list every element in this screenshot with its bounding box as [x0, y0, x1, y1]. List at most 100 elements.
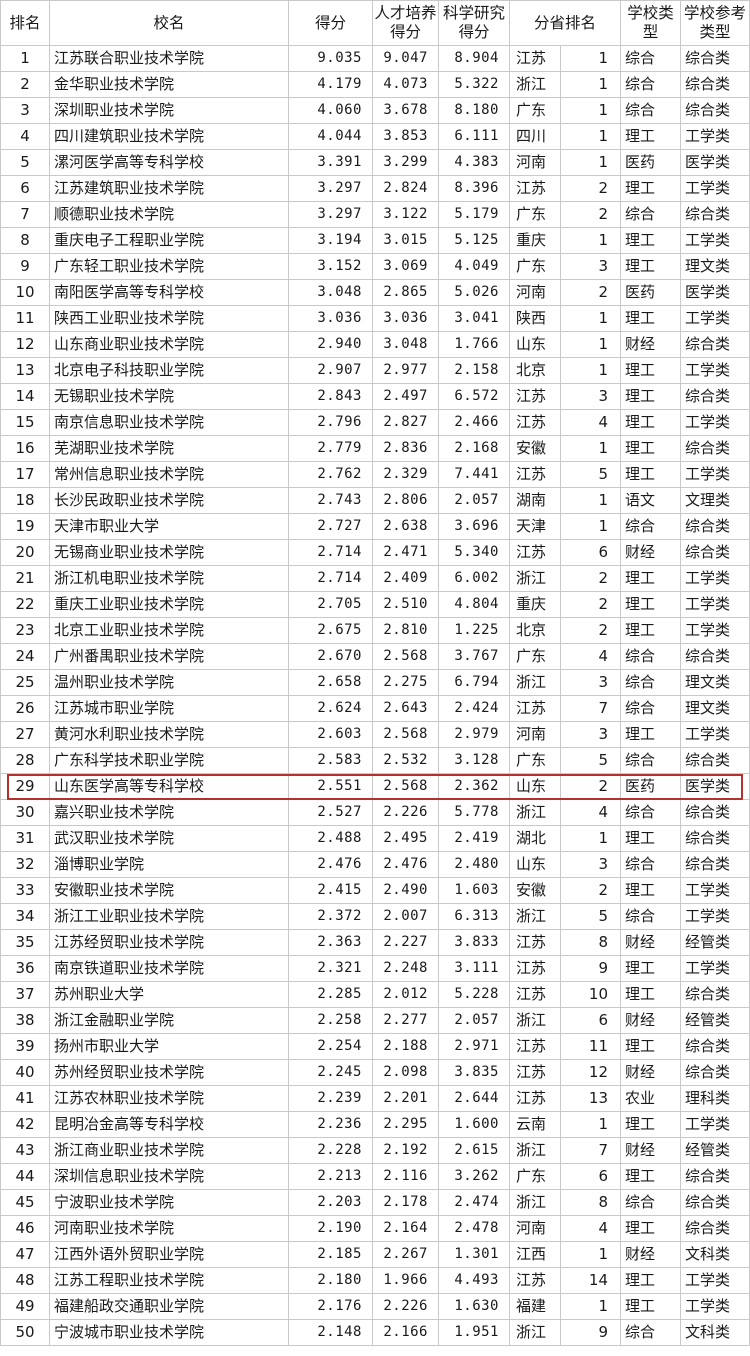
- cell-rank: 39: [0, 1033, 50, 1060]
- cell-province-rank: 2: [559, 201, 622, 228]
- cell-province: 江苏: [509, 1059, 561, 1086]
- cell-rank: 32: [0, 851, 50, 878]
- cell-research-score: 2.478: [438, 1215, 510, 1242]
- cell-research-score: 2.480: [438, 851, 510, 878]
- cell-rank: 13: [0, 357, 50, 384]
- cell-school-type: 财经: [620, 1137, 682, 1164]
- table-row: 46 河南职业技术学院 2.190 2.164 2.478 河南 4 理工 综合类: [0, 1215, 750, 1242]
- cell-score: 4.044: [288, 123, 373, 150]
- table-row: 25 温州职业技术学院 2.658 2.275 6.794 浙江 3 综合 理文类: [0, 669, 750, 696]
- cell-research-score: 5.228: [438, 981, 510, 1008]
- cell-school-type: 农业: [620, 1085, 682, 1112]
- cell-research-score: 2.362: [438, 773, 510, 800]
- cell-research-score: 1.603: [438, 877, 510, 904]
- cell-province: 江苏: [509, 409, 561, 436]
- table-row: 13 北京电子科技职业学院 2.907 2.977 2.158 北京 1 理工 工学类: [0, 357, 750, 384]
- cell-reference-type: 文科类: [680, 1319, 750, 1346]
- cell-school-type: 理工: [620, 1293, 682, 1320]
- cell-school-type: 综合: [620, 201, 682, 228]
- table-row: 38 浙江金融职业学院 2.258 2.277 2.057 浙江 6 财经 经管类: [0, 1007, 750, 1034]
- cell-research-score: 2.615: [438, 1137, 510, 1164]
- cell-province-rank: 1: [559, 305, 622, 332]
- cell-talent-score: 2.098: [372, 1059, 439, 1086]
- cell-research-score: 2.057: [438, 1007, 510, 1034]
- cell-province-rank: 1: [559, 357, 622, 384]
- cell-rank: 5: [0, 149, 50, 176]
- cell-province: 广东: [509, 253, 561, 280]
- cell-school-name: 顺德职业技术学院: [49, 201, 289, 228]
- cell-school-type: 理工: [620, 227, 682, 254]
- cell-province: 天津: [509, 513, 561, 540]
- cell-province: 广东: [509, 97, 561, 124]
- cell-research-score: 5.340: [438, 539, 510, 566]
- cell-rank: 34: [0, 903, 50, 930]
- cell-rank: 22: [0, 591, 50, 618]
- cell-rank: 37: [0, 981, 50, 1008]
- cell-province-rank: 7: [559, 1137, 622, 1164]
- cell-school-type: 语文: [620, 487, 682, 514]
- cell-research-score: 2.971: [438, 1033, 510, 1060]
- cell-talent-score: 3.122: [372, 201, 439, 228]
- table-row: 47 江西外语外贸职业学院 2.185 2.267 1.301 江西 1 财经 文科类: [0, 1241, 750, 1268]
- cell-research-score: 2.979: [438, 721, 510, 748]
- cell-score: 2.213: [288, 1163, 373, 1190]
- cell-school-name: 常州信息职业技术学院: [49, 461, 289, 488]
- cell-research-score: 4.049: [438, 253, 510, 280]
- cell-school-type: 理工: [620, 383, 682, 410]
- cell-province: 江西: [509, 1241, 561, 1268]
- cell-score: 2.488: [288, 825, 373, 852]
- cell-province: 浙江: [509, 1319, 561, 1346]
- cell-research-score: 5.026: [438, 279, 510, 306]
- cell-province-rank: 1: [559, 1241, 622, 1268]
- cell-talent-score: 2.116: [372, 1163, 439, 1190]
- cell-rank: 23: [0, 617, 50, 644]
- table-row: 41 江苏农林职业技术学院 2.239 2.201 2.644 江苏 13 农业 理科类: [0, 1085, 750, 1112]
- cell-province: 陕西: [509, 305, 561, 332]
- cell-school-type: 综合: [620, 513, 682, 540]
- header-reference-type: 学校参考类型: [680, 0, 750, 46]
- cell-talent-score: 2.227: [372, 929, 439, 956]
- cell-research-score: 2.168: [438, 435, 510, 462]
- cell-reference-type: 理文类: [680, 669, 750, 696]
- cell-school-name: 江西外语外贸职业学院: [49, 1241, 289, 1268]
- cell-reference-type: 工学类: [680, 227, 750, 254]
- cell-school-type: 综合: [620, 851, 682, 878]
- cell-school-type: 理工: [620, 1215, 682, 1242]
- header-school-type: 学校类型: [620, 0, 682, 46]
- cell-school-type: 理工: [620, 1033, 682, 1060]
- cell-province-rank: 4: [559, 409, 622, 436]
- cell-research-score: 2.466: [438, 409, 510, 436]
- cell-research-score: 1.301: [438, 1241, 510, 1268]
- cell-talent-score: 2.192: [372, 1137, 439, 1164]
- cell-reference-type: 综合类: [680, 851, 750, 878]
- cell-school-type: 理工: [620, 461, 682, 488]
- cell-school-name: 温州职业技术学院: [49, 669, 289, 696]
- cell-school-name: 陕西工业职业技术学院: [49, 305, 289, 332]
- cell-score: 2.658: [288, 669, 373, 696]
- cell-research-score: 7.441: [438, 461, 510, 488]
- cell-talent-score: 2.164: [372, 1215, 439, 1242]
- cell-province-rank: 3: [559, 851, 622, 878]
- cell-school-type: 医药: [620, 149, 682, 176]
- cell-score: 2.624: [288, 695, 373, 722]
- cell-rank: 15: [0, 409, 50, 436]
- cell-talent-score: 2.409: [372, 565, 439, 592]
- cell-reference-type: 工学类: [680, 1293, 750, 1320]
- cell-province: 北京: [509, 357, 561, 384]
- cell-province-rank: 1: [559, 45, 622, 72]
- cell-rank: 49: [0, 1293, 50, 1320]
- cell-province: 河南: [509, 279, 561, 306]
- cell-research-score: 3.128: [438, 747, 510, 774]
- cell-school-name: 黄河水利职业技术学院: [49, 721, 289, 748]
- header-research: 科学研究得分: [438, 0, 510, 46]
- cell-province: 北京: [509, 617, 561, 644]
- table-row: 36 南京铁道职业技术学院 2.321 2.248 3.111 江苏 9 理工 工学类: [0, 955, 750, 982]
- cell-research-score: 3.833: [438, 929, 510, 956]
- cell-research-score: 8.904: [438, 45, 510, 72]
- cell-research-score: 8.180: [438, 97, 510, 124]
- cell-school-type: 医药: [620, 773, 682, 800]
- cell-talent-score: 4.073: [372, 71, 439, 98]
- cell-talent-score: 2.188: [372, 1033, 439, 1060]
- cell-rank: 29: [0, 773, 50, 800]
- table-row: 15 南京信息职业技术学院 2.796 2.827 2.466 江苏 4 理工 工学类: [0, 409, 750, 436]
